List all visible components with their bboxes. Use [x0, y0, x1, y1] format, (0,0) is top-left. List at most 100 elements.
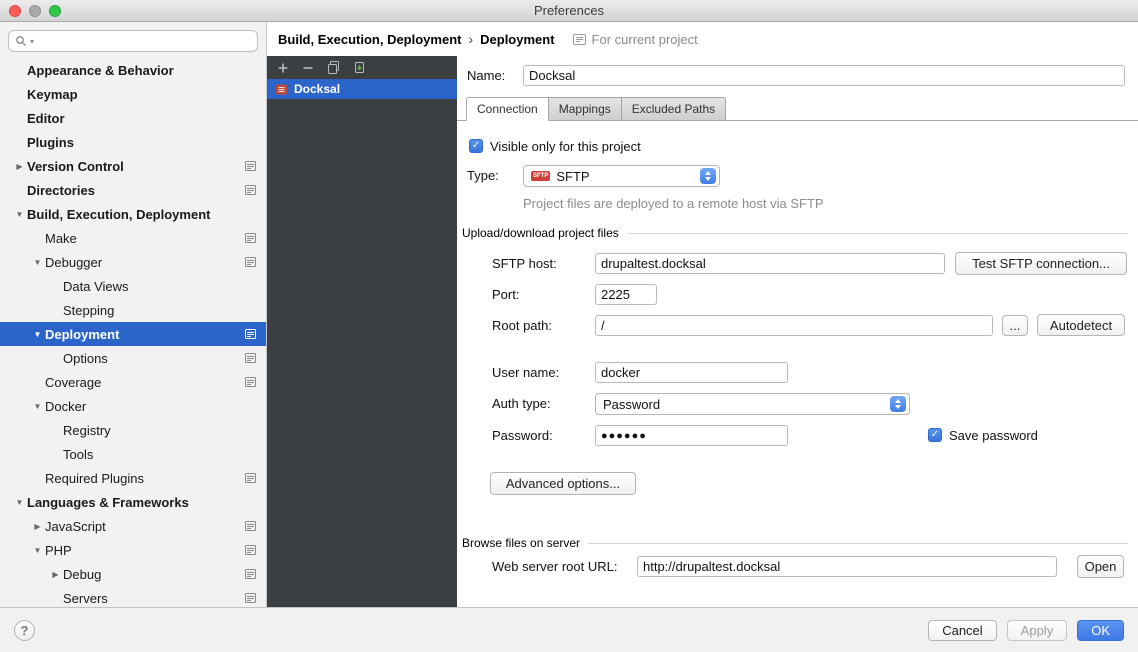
- ok-button[interactable]: OK: [1077, 620, 1124, 641]
- tab-mappings[interactable]: Mappings: [549, 97, 622, 121]
- sidebar-item-appearance-behavior[interactable]: Appearance & Behavior: [0, 58, 266, 82]
- root-path-input[interactable]: [595, 315, 993, 336]
- sidebar-item-make[interactable]: Make: [0, 226, 266, 250]
- sidebar-item-label: Deployment: [45, 327, 119, 342]
- chevron-expanded-icon[interactable]: ▼: [12, 210, 27, 219]
- sidebar-item-plugins[interactable]: Plugins: [0, 130, 266, 154]
- sftp-host-input[interactable]: [595, 253, 945, 274]
- sidebar-item-label: Editor: [27, 111, 65, 126]
- sidebar-item-debug[interactable]: ▶Debug: [0, 562, 266, 586]
- server-list-item-docksal[interactable]: Docksal: [267, 79, 457, 99]
- tab-excluded-paths[interactable]: Excluded Paths: [622, 97, 726, 121]
- web-root-input[interactable]: [637, 556, 1057, 577]
- browse-section-header: Browse files on server: [462, 536, 1128, 550]
- chevron-expanded-icon[interactable]: ▼: [30, 330, 45, 339]
- user-name-label: User name:: [492, 363, 559, 383]
- type-select[interactable]: SFTP SFTP: [523, 165, 720, 187]
- password-input[interactable]: [595, 425, 788, 446]
- cancel-button[interactable]: Cancel: [928, 620, 996, 641]
- tab-connection[interactable]: Connection: [466, 97, 549, 121]
- breadcrumb-page: Deployment: [480, 32, 554, 47]
- sidebar-item-stepping[interactable]: Stepping: [0, 298, 266, 322]
- sidebar-item-label: Tools: [63, 447, 93, 462]
- deployment-server-list-panel: Docksal: [267, 56, 457, 607]
- sidebar-item-registry[interactable]: Registry: [0, 418, 266, 442]
- sidebar-item-deployment[interactable]: ▼Deployment: [0, 322, 266, 346]
- sidebar-item-javascript[interactable]: ▶JavaScript: [0, 514, 266, 538]
- chevron-expanded-icon[interactable]: ▼: [30, 402, 45, 411]
- search-area: ▾: [0, 22, 266, 56]
- port-label: Port:: [492, 285, 519, 305]
- browse-root-path-button[interactable]: ...: [1002, 315, 1028, 336]
- auth-type-select[interactable]: Password: [595, 393, 910, 415]
- minimize-window-button[interactable]: [29, 5, 41, 17]
- sidebar-item-directories[interactable]: Directories: [0, 178, 266, 202]
- sidebar-item-label: JavaScript: [45, 519, 106, 534]
- sidebar-item-php[interactable]: ▼PHP: [0, 538, 266, 562]
- breadcrumb-section[interactable]: Build, Execution, Deployment: [278, 32, 461, 47]
- server-list-toolbar: [267, 56, 457, 79]
- upload-section-header: Upload/download project files: [462, 226, 1128, 240]
- user-name-input[interactable]: [595, 362, 788, 383]
- preferences-window: Preferences ▾ Appearance & Behavior Keym…: [0, 0, 1138, 652]
- sidebar-item-build-execution-deployment[interactable]: ▼Build, Execution, Deployment: [0, 202, 266, 226]
- checkbox-checked-icon: ✓: [469, 139, 483, 153]
- sidebar-item-label: Version Control: [27, 159, 124, 174]
- sidebar-item-data-views[interactable]: Data Views: [0, 274, 266, 298]
- project-scope-icon: [245, 473, 256, 483]
- sidebar-item-required-plugins[interactable]: Required Plugins: [0, 466, 266, 490]
- add-server-button[interactable]: [277, 62, 289, 74]
- chevron-expanded-icon[interactable]: ▼: [30, 546, 45, 555]
- deployment-settings-body: Docksal Name: Connection Mappings Exclud…: [267, 56, 1138, 607]
- import-config-button[interactable]: [353, 61, 366, 74]
- open-button[interactable]: Open: [1077, 555, 1124, 578]
- sidebar-item-label: Stepping: [63, 303, 114, 318]
- dialog-footer: ? Cancel Apply OK: [0, 607, 1138, 652]
- visible-only-checkbox[interactable]: ✓ Visible only for this project: [469, 137, 641, 155]
- window-title: Preferences: [0, 0, 1138, 21]
- current-project-scope: For current project: [573, 32, 698, 47]
- sidebar-item-coverage[interactable]: Coverage: [0, 370, 266, 394]
- chevron-collapsed-icon[interactable]: ▶: [12, 162, 27, 171]
- settings-tree: Appearance & Behavior Keymap Editor Plug…: [0, 58, 266, 607]
- apply-button[interactable]: Apply: [1007, 620, 1068, 641]
- type-label: Type:: [467, 166, 499, 186]
- deployment-tabs: Connection Mappings Excluded Paths: [466, 97, 726, 121]
- search-field[interactable]: ▾: [8, 30, 258, 52]
- combo-arrows-icon[interactable]: [700, 168, 716, 184]
- autodetect-button[interactable]: Autodetect: [1037, 314, 1125, 336]
- auth-type-selected-value: Password: [603, 397, 886, 412]
- save-password-checkbox[interactable]: ✓ Save password: [928, 426, 1038, 444]
- chevron-expanded-icon[interactable]: ▼: [30, 258, 45, 267]
- sidebar-item-label: PHP: [45, 543, 72, 558]
- settings-search-input[interactable]: [37, 33, 251, 50]
- help-button[interactable]: ?: [14, 620, 35, 641]
- advanced-options-button[interactable]: Advanced options...: [490, 472, 636, 495]
- sidebar-item-editor[interactable]: Editor: [0, 106, 266, 130]
- chevron-expanded-icon[interactable]: ▼: [12, 498, 27, 507]
- chevron-collapsed-icon[interactable]: ▶: [30, 522, 45, 531]
- port-input[interactable]: [595, 284, 657, 305]
- sidebar-item-version-control[interactable]: ▶Version Control: [0, 154, 266, 178]
- sidebar-item-servers[interactable]: Servers: [0, 586, 266, 607]
- close-window-button[interactable]: [9, 5, 21, 17]
- name-input[interactable]: [523, 65, 1125, 86]
- search-options-chevron-icon[interactable]: ▾: [30, 37, 34, 46]
- web-root-label: Web server root URL:: [492, 557, 617, 577]
- project-scope-icon: [245, 593, 256, 603]
- section-divider: [588, 543, 1128, 544]
- sidebar-item-label: Languages & Frameworks: [27, 495, 189, 510]
- sidebar-item-docker[interactable]: ▼Docker: [0, 394, 266, 418]
- chevron-collapsed-icon[interactable]: ▶: [48, 570, 63, 579]
- sidebar-item-languages-frameworks[interactable]: ▼Languages & Frameworks: [0, 490, 266, 514]
- sidebar-item-keymap[interactable]: Keymap: [0, 82, 266, 106]
- sidebar-item-tools[interactable]: Tools: [0, 442, 266, 466]
- test-sftp-connection-button[interactable]: Test SFTP connection...: [955, 252, 1127, 275]
- combo-arrows-icon[interactable]: [890, 396, 906, 412]
- zoom-window-button[interactable]: [49, 5, 61, 17]
- sidebar-item-debugger[interactable]: ▼Debugger: [0, 250, 266, 274]
- duplicate-server-button[interactable]: [327, 61, 340, 74]
- deployment-form: Name: Connection Mappings Excluded Paths…: [457, 56, 1138, 607]
- remove-server-button[interactable]: [302, 62, 314, 74]
- sidebar-item-options[interactable]: Options: [0, 346, 266, 370]
